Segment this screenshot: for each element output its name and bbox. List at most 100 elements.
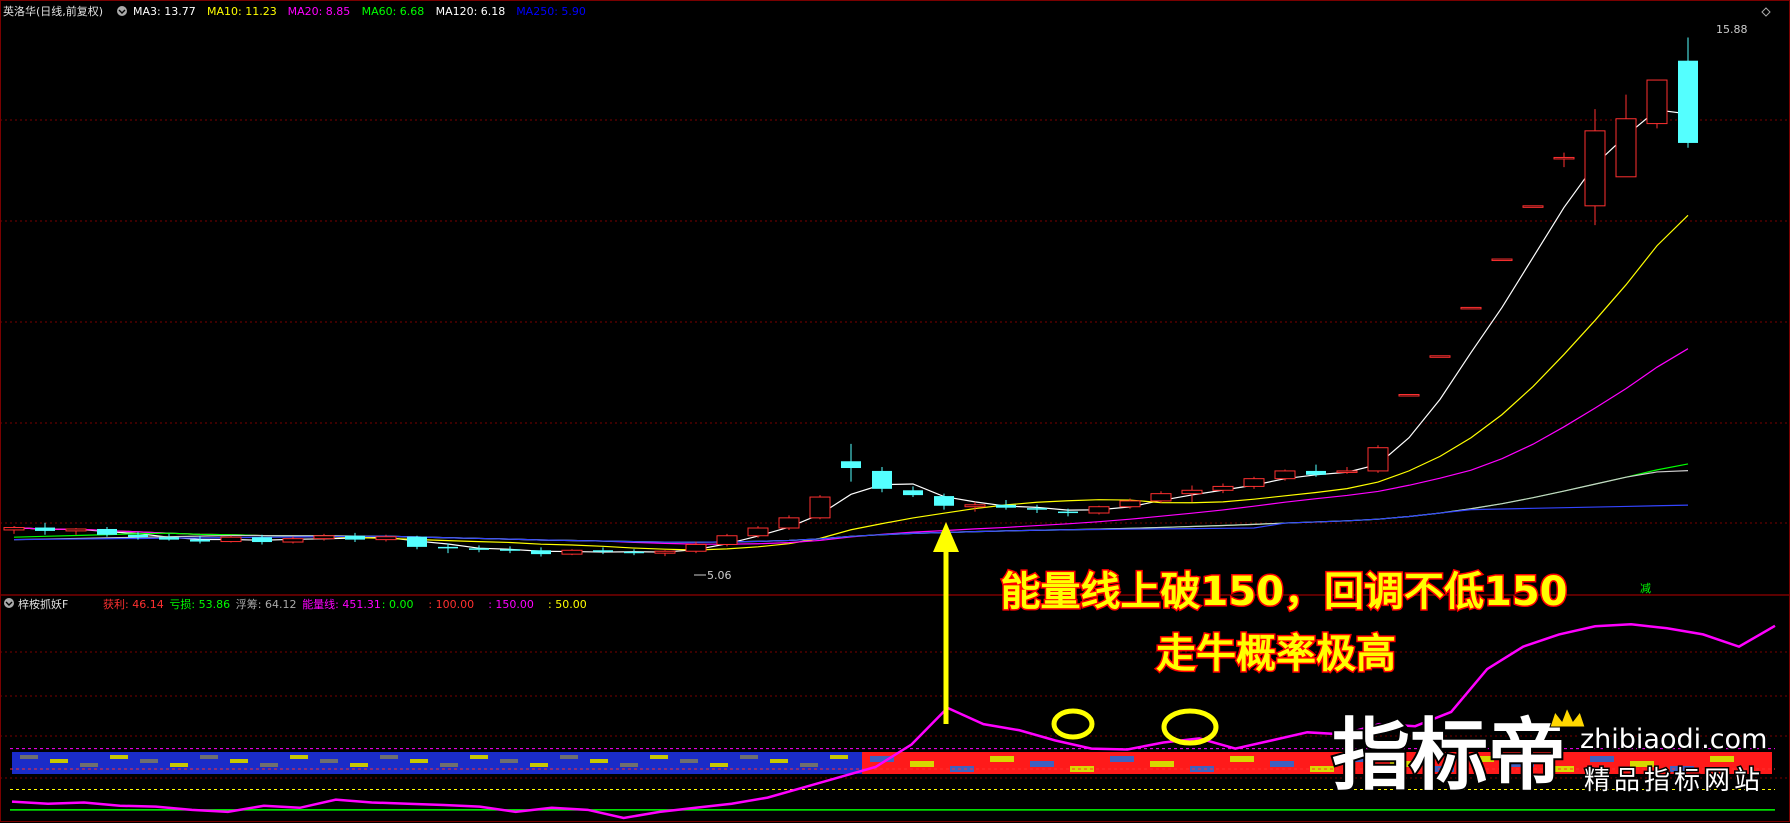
indicator-legend-item: : 150.00 — [488, 598, 534, 611]
indicator-legend-item: : 100.00 — [428, 598, 474, 611]
chip-band-mark — [830, 755, 848, 759]
candle-body — [654, 550, 676, 554]
chip-band-mark — [1710, 756, 1734, 762]
chip-band-mark — [680, 759, 698, 763]
indicator-settings-icon[interactable] — [4, 598, 14, 608]
candle-body — [3, 527, 25, 531]
ma-line — [13, 109, 1689, 553]
candle-body — [1398, 393, 1420, 397]
highlight-circle — [1161, 708, 1219, 746]
chip-band-mark — [800, 763, 818, 767]
candle-body — [1584, 130, 1606, 207]
candle-body — [1646, 79, 1668, 125]
indicator-legend-item: : 50.00 — [548, 598, 587, 611]
chip-band-mark — [560, 755, 578, 759]
chip-band-mark — [990, 756, 1014, 762]
chip-band-mark — [770, 759, 788, 763]
annotation-subheadline: 走牛概率极高 — [1156, 631, 1396, 677]
ma-legend-item: MA20: 8.85 — [288, 5, 351, 18]
candle-body — [345, 535, 365, 540]
candle-body — [1522, 205, 1544, 208]
candle-body — [500, 549, 520, 551]
candle-body — [1150, 493, 1172, 502]
chip-band-mark — [710, 763, 728, 767]
chip-band-mark — [200, 755, 218, 759]
indicator-legend-item: : 0.00 — [382, 598, 414, 611]
chip-band-mark — [410, 759, 428, 763]
chip-band-mark — [20, 755, 38, 759]
candle-body — [1212, 485, 1234, 491]
chip-band-mark — [620, 763, 638, 767]
candle-body — [996, 504, 1016, 508]
candle-body — [128, 534, 148, 538]
candle-body — [1491, 258, 1513, 262]
candle-body — [1615, 118, 1637, 178]
chip-band-mark — [320, 759, 338, 763]
stock-title: 英洛华(日线,前复权) — [3, 4, 103, 18]
candle-body — [1553, 156, 1575, 160]
candle-body — [1181, 489, 1203, 495]
signal-label: 减 — [1640, 582, 1651, 595]
candle-body — [561, 549, 583, 555]
chip-band-mark — [350, 763, 368, 767]
watermark-slogan: 精品指标网站 — [1584, 766, 1764, 796]
candle-body — [1119, 500, 1141, 508]
chip-band-mark — [110, 755, 128, 759]
candle-body — [1088, 506, 1110, 514]
indicator-legend: 获利: 46.14 亏损: 53.86 浮筹: 64.12 能量线: 451.31: … — [103, 597, 587, 611]
chip-band-mark — [1030, 761, 1054, 767]
candle-body — [1274, 470, 1296, 480]
chip-band-mark — [140, 759, 158, 763]
candle-body — [97, 528, 117, 535]
chip-band-mark — [380, 755, 398, 759]
chip-band-blue — [12, 752, 862, 774]
candle-body — [1460, 306, 1482, 310]
ma-line — [13, 214, 1689, 551]
chip-band-mark — [500, 759, 518, 763]
candle-body — [716, 535, 738, 545]
ma-legend-item: MA250: 5.90 — [516, 5, 586, 18]
chip-band-mark — [650, 755, 668, 759]
candle-body — [65, 528, 87, 532]
candle-body — [841, 461, 861, 469]
annotation-arrow — [933, 522, 959, 724]
candle-body — [903, 490, 923, 496]
candle-body — [624, 551, 644, 554]
watermark-brand: 指标帝 — [1332, 711, 1566, 801]
ma-legend-item: MA10: 11.23 — [207, 5, 277, 18]
chip-band-mark — [50, 759, 68, 763]
candle-body — [190, 539, 210, 542]
chip-band-mark — [530, 763, 548, 767]
candle-body — [1243, 478, 1265, 487]
chip-band-mark — [260, 763, 278, 767]
moving-average-lines — [13, 109, 1689, 553]
candle-body — [438, 546, 458, 549]
high-price-label: 15.88 — [1716, 23, 1748, 36]
highlight-circle — [1051, 708, 1095, 740]
annotation-headline: 能量线上破150，回调不低150 — [1001, 569, 1568, 615]
candle-body — [747, 527, 769, 537]
candle-body — [35, 527, 55, 531]
chip-band-mark — [290, 755, 308, 759]
candle-body — [872, 470, 892, 489]
candle-body — [778, 517, 800, 529]
chip-band-mark — [1270, 761, 1294, 767]
candle-body — [1429, 355, 1451, 358]
settings-icon[interactable] — [117, 6, 127, 16]
chip-band-mark — [170, 763, 188, 767]
diamond-icon[interactable] — [1761, 7, 1771, 17]
chip-band-mark — [1150, 761, 1174, 767]
candle-body — [809, 496, 831, 519]
watermark-domain: zhibiaodi.com — [1580, 724, 1767, 755]
candle-body — [1306, 470, 1326, 475]
candle-body — [1336, 470, 1358, 473]
chip-band-mark — [910, 761, 934, 767]
indicator-legend-item: 亏损: 53.86 — [169, 597, 230, 611]
chip-band-mark — [1590, 756, 1614, 762]
candle-body — [964, 504, 986, 508]
indicator-legend-item: 能量线: 451.31 — [302, 597, 381, 611]
candlesticks — [3, 37, 1698, 557]
candle-body — [1058, 511, 1078, 514]
low-price-label: 5.06 — [707, 569, 732, 582]
chip-band-mark — [740, 755, 758, 759]
